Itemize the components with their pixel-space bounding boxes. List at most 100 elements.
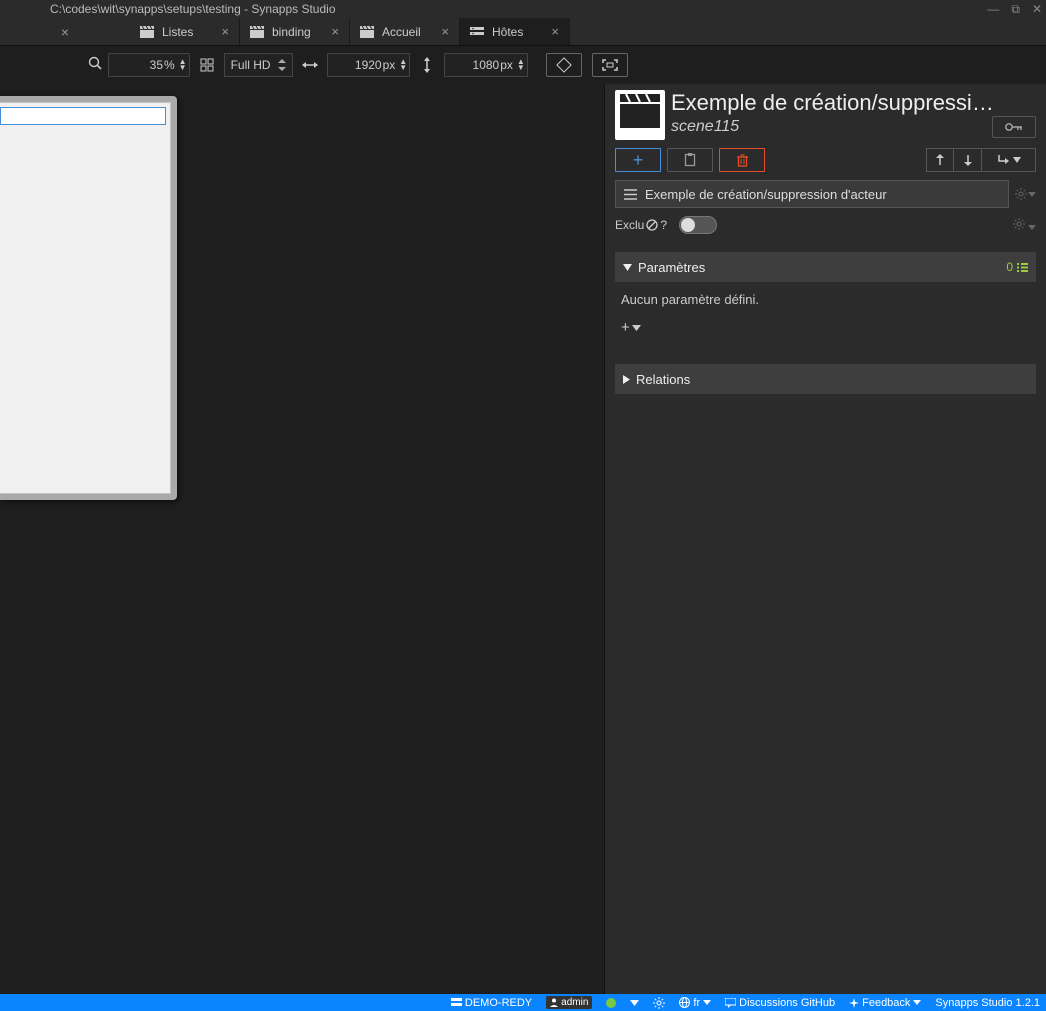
tab-close-leading[interactable]: × xyxy=(0,18,130,45)
trash-icon xyxy=(737,154,748,167)
hosts-icon xyxy=(470,26,484,38)
arrow-down-icon xyxy=(963,154,973,166)
inspector-panel: Exemple de création/suppressi… scene115 … xyxy=(604,84,1046,994)
status-host[interactable]: DEMO-REDY xyxy=(451,997,532,1009)
arrow-up-icon xyxy=(935,154,945,166)
height-input[interactable] xyxy=(451,58,499,72)
clapper-icon xyxy=(360,26,374,38)
name-field[interactable]: Exemple de création/suppression d'acteur xyxy=(615,180,1009,208)
close-window-button[interactable]: ✕ xyxy=(1032,2,1042,16)
exclu-toggle[interactable] xyxy=(679,216,717,234)
user-icon xyxy=(550,998,558,1007)
indent-icon xyxy=(997,154,1009,166)
rotate-button[interactable] xyxy=(546,53,582,77)
server-icon xyxy=(451,998,462,1007)
height-spinner[interactable]: px ▲▼ xyxy=(444,53,528,77)
tab-bar: × Listes × binding × Accueil × Hôtes × xyxy=(0,18,1046,46)
status-version[interactable]: Synapps Studio 1.2.1 xyxy=(935,997,1040,1009)
fullscreen-button[interactable] xyxy=(592,53,628,77)
zoom-unit: % xyxy=(164,58,175,72)
status-language[interactable]: fr xyxy=(679,997,711,1009)
tab-close[interactable]: × xyxy=(551,24,559,39)
move-into-button[interactable] xyxy=(982,148,1036,172)
field-settings[interactable] xyxy=(1015,188,1036,200)
key-button[interactable] xyxy=(992,116,1036,138)
section-relations-header[interactable]: Relations xyxy=(615,364,1036,394)
px-unit: px xyxy=(500,58,513,72)
width-icon xyxy=(299,54,321,76)
scene-canvas[interactable] xyxy=(0,102,171,494)
canvas-toolbar: % ▲▼ Full HD px ▲▼ px ▲▼ xyxy=(0,46,1046,84)
chevron-down-icon xyxy=(913,1000,921,1005)
height-icon xyxy=(416,54,438,76)
zoom-icon[interactable] xyxy=(88,56,102,73)
canvas-area[interactable] xyxy=(0,84,604,994)
chevron-down-icon xyxy=(1013,157,1021,163)
add-button[interactable]: + xyxy=(615,148,661,172)
status-connected-icon xyxy=(606,998,616,1008)
zoom-input[interactable] xyxy=(115,58,163,72)
chevron-down-icon xyxy=(632,325,641,331)
paste-button[interactable] xyxy=(667,148,713,172)
tab-label: binding xyxy=(272,25,311,39)
tab-label: Listes xyxy=(162,25,193,39)
clapper-icon xyxy=(140,26,154,38)
inspector-title: Exemple de création/suppressi… xyxy=(671,90,1036,116)
scene-thumbnail xyxy=(615,90,665,140)
gear-icon[interactable] xyxy=(653,997,665,1009)
maximize-button[interactable]: ⧉ xyxy=(1011,2,1020,17)
clipboard-icon xyxy=(684,153,696,167)
chevron-down-icon[interactable] xyxy=(630,1000,639,1006)
section-parametres-header[interactable]: Paramètres 0 xyxy=(615,252,1036,282)
caret-down-icon xyxy=(623,264,632,271)
tab-close[interactable]: × xyxy=(441,24,449,39)
zoom-spinner[interactable]: % ▲▼ xyxy=(108,53,190,77)
tab-accueil[interactable]: Accueil × xyxy=(350,18,460,45)
tab-binding[interactable]: binding × xyxy=(240,18,350,45)
section-parametres-body: Aucun paramètre défini. + xyxy=(615,282,1036,346)
move-down-button[interactable] xyxy=(954,148,982,172)
status-feedback[interactable]: Feedback xyxy=(849,997,921,1009)
spinner-arrows[interactable]: ▲▼ xyxy=(179,59,187,71)
move-up-button[interactable] xyxy=(926,148,954,172)
tab-close[interactable]: × xyxy=(221,24,229,39)
globe-icon xyxy=(679,997,690,1008)
px-unit: px xyxy=(383,58,396,72)
minimize-button[interactable]: — xyxy=(987,2,999,16)
status-discussions[interactable]: Discussions GitHub xyxy=(725,997,835,1009)
chevron-down-icon xyxy=(703,1000,711,1005)
resolution-label: Full HD xyxy=(231,58,271,72)
name-value: Exemple de création/suppression d'acteur xyxy=(645,187,887,202)
exclu-settings[interactable] xyxy=(1013,218,1036,233)
list-icon xyxy=(1017,263,1028,272)
add-param-button[interactable]: + xyxy=(621,319,1030,336)
section-title: Paramètres xyxy=(638,260,705,275)
gear-icon xyxy=(1013,218,1025,230)
spinner-arrows[interactable]: ▲▼ xyxy=(517,59,525,71)
delete-button[interactable] xyxy=(719,148,765,172)
clapper-icon xyxy=(250,26,264,38)
tab-hotes[interactable]: Hôtes × xyxy=(460,18,570,45)
selected-actor[interactable] xyxy=(0,107,166,125)
scene-key: scene115 xyxy=(671,118,739,136)
ban-icon xyxy=(646,219,658,231)
status-user[interactable]: admin xyxy=(546,996,592,1009)
width-input[interactable] xyxy=(334,58,382,72)
tab-close[interactable]: × xyxy=(331,24,339,39)
fit-grid-icon[interactable] xyxy=(196,54,218,76)
chat-icon xyxy=(725,998,736,1008)
chevron-updown-icon xyxy=(278,59,286,71)
titlebar: C:\codes\wit\synapps\setups\testing - Sy… xyxy=(0,0,1046,18)
plus-icon: + xyxy=(621,319,630,336)
params-empty-text: Aucun paramètre défini. xyxy=(621,292,759,307)
exclu-label: Exclu ? xyxy=(615,218,667,232)
chevron-down-icon xyxy=(1028,225,1036,230)
params-count: 0 xyxy=(1006,260,1013,274)
tab-label: Accueil xyxy=(382,25,421,39)
resolution-select[interactable]: Full HD xyxy=(224,53,293,77)
width-spinner[interactable]: px ▲▼ xyxy=(327,53,411,77)
chevron-down-icon xyxy=(1028,192,1036,197)
tab-listes[interactable]: Listes × xyxy=(130,18,240,45)
spinner-arrows[interactable]: ▲▼ xyxy=(399,59,407,71)
list-icon xyxy=(624,189,637,200)
